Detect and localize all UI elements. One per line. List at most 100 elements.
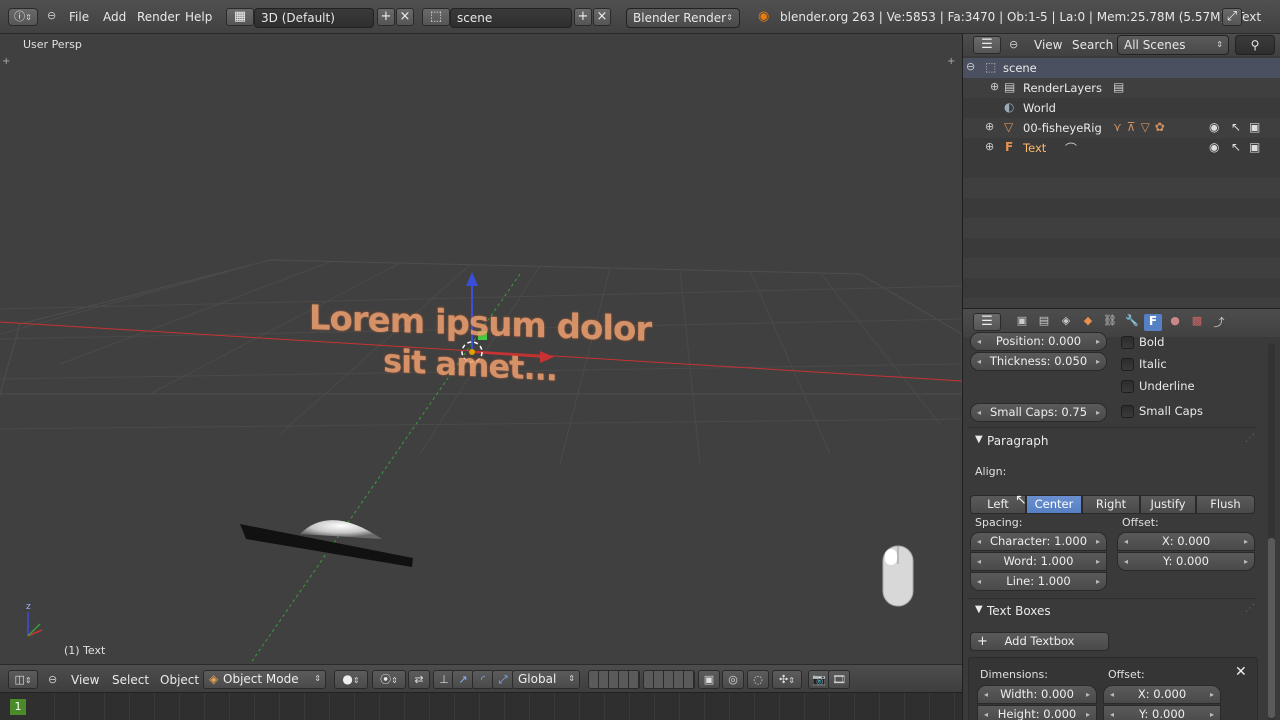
- selectable-cursor-icon[interactable]: ↖: [1231, 120, 1241, 134]
- render-tab-icon[interactable]: ▣: [1013, 314, 1031, 331]
- textbox-offset-y-field[interactable]: ◂ Y: 0.000 ▸: [1103, 705, 1221, 720]
- textbox-height-field[interactable]: ◂ Height: 0.000 ▸: [977, 705, 1097, 720]
- viewport-shading-dropdown[interactable]: ●⇕: [334, 670, 368, 689]
- viewport-properties-toggle-icon[interactable]: +: [947, 56, 955, 67]
- display-mode-dropdown[interactable]: All Scenes ⇕: [1117, 35, 1229, 55]
- lock-camera-icon[interactable]: ▣: [698, 670, 720, 689]
- proportional-edit-icon[interactable]: ◎: [722, 670, 744, 689]
- layer-buttons-a[interactable]: [588, 670, 640, 689]
- small-caps-checkbox[interactable]: [1121, 405, 1134, 418]
- fullscreen-toggle-icon[interactable]: ⤢: [1222, 8, 1242, 26]
- outliner-item-fisheye-rig[interactable]: ⊕ ▽ 00-fisheyeRig ⋎⊼▽✿ ◉ ↖ ▣: [963, 118, 1280, 138]
- menu-render[interactable]: Render: [137, 10, 180, 24]
- editor-type-icon[interactable]: ◫⇕: [8, 670, 38, 689]
- delete-scene-button[interactable]: ×: [593, 8, 611, 26]
- add-scene-button[interactable]: +: [574, 8, 592, 26]
- viewport-toolshelf-toggle-icon[interactable]: +: [2, 56, 10, 67]
- visibility-eye-icon[interactable]: ◉: [1209, 140, 1219, 154]
- expand-toggle-icon[interactable]: ⊕: [985, 120, 994, 133]
- textbox-width-field[interactable]: ◂ Width: 0.000 ▸: [977, 685, 1097, 704]
- outliner-item-text[interactable]: ⊕ F Text ⌒ ◉ ↖ ▣: [963, 138, 1280, 158]
- character-spacing-field[interactable]: ◂ Character: 1.000 ▸: [970, 532, 1107, 551]
- expand-toggle-icon[interactable]: ⊕: [990, 80, 999, 93]
- opengl-render-icon[interactable]: 📷: [808, 670, 830, 689]
- snap-element-icon[interactable]: ✣⇕: [772, 670, 802, 689]
- texture-tab-icon[interactable]: ▩: [1188, 314, 1206, 331]
- italic-checkbox[interactable]: [1121, 358, 1134, 371]
- add-layout-button[interactable]: +: [377, 8, 395, 26]
- outliner-item-scene[interactable]: ⊖ ⬚ scene: [963, 58, 1280, 78]
- renderable-camera-icon[interactable]: ▣: [1249, 140, 1260, 154]
- collapse-header-icon[interactable]: ⊖: [48, 673, 57, 686]
- timeline[interactable]: 1: [0, 692, 962, 720]
- align-justify-button[interactable]: Justify: [1140, 495, 1196, 514]
- word-spacing-field[interactable]: ◂ Word: 1.000 ▸: [970, 552, 1107, 571]
- align-center-button[interactable]: Center: [1026, 495, 1082, 514]
- outliner-search-field[interactable]: ⚲: [1235, 35, 1275, 55]
- selectable-cursor-icon[interactable]: ↖: [1231, 140, 1241, 154]
- collapse-menu-icon[interactable]: ⊖: [47, 9, 56, 22]
- expand-toggle-icon[interactable]: ⊖: [966, 60, 975, 73]
- scrollbar-thumb[interactable]: [1268, 538, 1275, 718]
- panel-drag-handle-icon[interactable]: ⋰: [1245, 433, 1255, 444]
- render-engine-dropdown[interactable]: Blender Render ⇕: [626, 8, 740, 28]
- font-data-tab-icon[interactable]: F: [1144, 314, 1162, 331]
- rotate-manipulator-icon[interactable]: ↗: [452, 670, 474, 689]
- visibility-eye-icon[interactable]: ◉: [1209, 120, 1219, 134]
- paragraph-offset-y-field[interactable]: ◂ Y: 0.000 ▸: [1117, 552, 1255, 571]
- remove-textbox-icon[interactable]: ✕: [1235, 664, 1247, 680]
- render-layers-tab-icon[interactable]: ▤: [1035, 314, 1053, 331]
- scene-tab-icon[interactable]: ◈: [1057, 314, 1075, 331]
- textbox-offset-x-field[interactable]: ◂ X: 0.000 ▸: [1103, 685, 1221, 704]
- outliner-item-renderlayers[interactable]: ⊕ ▤ RenderLayers ▤: [963, 78, 1280, 98]
- outliner-menu-search[interactable]: Search: [1072, 38, 1113, 52]
- panel-drag-handle-icon[interactable]: ⋰: [1245, 603, 1255, 614]
- modifiers-tab-icon[interactable]: 🔧: [1123, 314, 1141, 331]
- menu-help[interactable]: Help: [185, 10, 212, 24]
- screen-layout-field[interactable]: 3D (Default): [254, 8, 374, 28]
- properties-scrollbar[interactable]: [1268, 343, 1275, 720]
- current-frame-marker[interactable]: 1: [10, 699, 26, 715]
- falloff-icon[interactable]: ◌: [747, 670, 769, 689]
- world-tab-icon[interactable]: ◆: [1079, 314, 1097, 331]
- scene-field[interactable]: scene: [450, 8, 572, 28]
- menu-select[interactable]: Select: [112, 673, 149, 687]
- properties-editor-type-icon[interactable]: ☰: [973, 313, 1001, 331]
- object-tab-icon[interactable]: ⛓: [1101, 314, 1119, 331]
- transform-orientation-dropdown[interactable]: Global ⇕: [512, 670, 580, 689]
- opengl-animation-icon[interactable]: 🎞: [828, 670, 850, 689]
- small-caps-scale-field[interactable]: ◂ Small Caps: 0.75 ▸: [970, 403, 1107, 422]
- outliner-menu-view[interactable]: View: [1034, 38, 1062, 52]
- align-right-button[interactable]: Right: [1082, 495, 1140, 514]
- add-textbox-button[interactable]: + Add Textbox: [970, 632, 1109, 651]
- layer-buttons-b[interactable]: [643, 670, 695, 689]
- 3d-viewport[interactable]: User Persp + + Lorem ipsum dolor sit ame…: [0, 34, 962, 664]
- info-editor-type-icon[interactable]: ⓘ⇕: [8, 8, 38, 26]
- align-flush-button[interactable]: Flush: [1196, 495, 1255, 514]
- delete-layout-button[interactable]: ×: [396, 8, 414, 26]
- menu-add[interactable]: Add: [103, 10, 126, 24]
- collapse-menu-icon[interactable]: ⊖: [1009, 38, 1018, 51]
- underline-thickness-field[interactable]: ◂ Thickness: 0.050 ▸: [970, 352, 1107, 371]
- renderable-camera-icon[interactable]: ▣: [1249, 120, 1260, 134]
- menu-object[interactable]: Object: [160, 673, 199, 687]
- outliner-editor-type-icon[interactable]: ☰: [973, 36, 1001, 54]
- pivot-point-dropdown[interactable]: ⦿⇕: [372, 670, 406, 689]
- menu-file[interactable]: File: [69, 10, 89, 24]
- underline-checkbox[interactable]: [1121, 380, 1134, 393]
- scene-icon[interactable]: ⬚: [422, 8, 450, 26]
- underline-position-field[interactable]: ◂ Position: 0.000 ▸: [970, 332, 1107, 351]
- expand-toggle-icon[interactable]: ⊕: [985, 140, 994, 153]
- mode-dropdown[interactable]: ◈ Object Mode ⇕: [203, 670, 326, 689]
- text-boxes-panel-header[interactable]: ▼ Text Boxes ⋰: [963, 599, 1263, 623]
- scale-manipulator-icon[interactable]: ◜: [472, 670, 494, 689]
- paragraph-panel-header[interactable]: ▼ Paragraph ⋰: [963, 429, 1263, 453]
- 3d-text-object[interactable]: Lorem ipsum dolor sit amet...: [300, 298, 660, 389]
- outliner-item-world[interactable]: ◐ World: [963, 98, 1280, 118]
- line-spacing-field[interactable]: ◂ Line: 1.000 ▸: [970, 572, 1107, 591]
- physics-tab-icon[interactable]: ⤴: [1210, 314, 1228, 331]
- material-tab-icon[interactable]: ●: [1166, 314, 1184, 331]
- menu-view[interactable]: View: [71, 673, 99, 687]
- paragraph-offset-x-field[interactable]: ◂ X: 0.000 ▸: [1117, 532, 1255, 551]
- screen-layout-icon[interactable]: ▦: [226, 8, 254, 26]
